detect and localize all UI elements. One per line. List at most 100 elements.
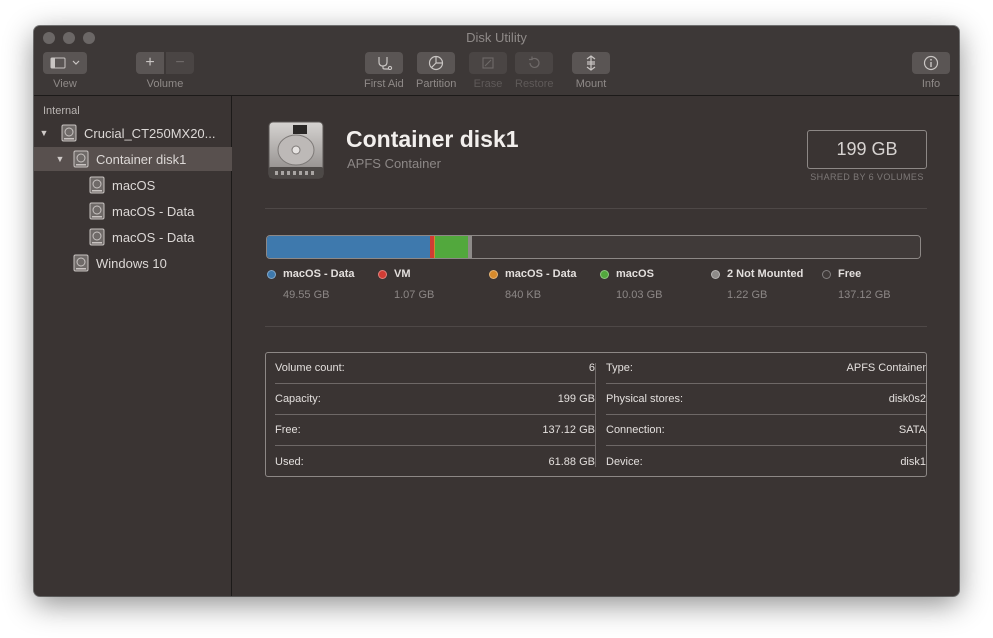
legend-color-dot xyxy=(711,269,720,279)
main-panel: Container disk1 APFS Container 199 GB SH… xyxy=(233,96,959,596)
volume-icon xyxy=(89,228,105,246)
window-title: Disk Utility xyxy=(466,30,527,45)
view-button[interactable] xyxy=(43,52,87,74)
sidebar-item-windows-10[interactable]: Windows 10 xyxy=(34,251,232,275)
stethoscope-icon xyxy=(378,57,393,70)
mount-button[interactable] xyxy=(572,52,610,74)
sidebar-icon xyxy=(50,57,80,69)
info-label: Info xyxy=(921,78,941,90)
legend-color-dot xyxy=(378,269,387,279)
info-label: Volume count: xyxy=(275,362,345,374)
info-row-connection: Connection: SATA xyxy=(606,415,926,446)
info-value: 199 GB xyxy=(557,393,595,405)
erase-button[interactable] xyxy=(469,52,507,74)
info-row-used: Used: 61.88 GB xyxy=(275,446,595,477)
usage-segment xyxy=(472,236,920,258)
sidebar-header-internal: Internal xyxy=(43,105,80,117)
shared-volumes-caption: SHARED BY 6 VOLUMES xyxy=(810,172,924,182)
add-volume-button[interactable]: + xyxy=(136,52,164,74)
restore-button[interactable] xyxy=(515,52,554,74)
erase-label: Erase xyxy=(473,78,503,90)
volume-icon xyxy=(89,176,105,194)
legend-divider xyxy=(265,326,927,327)
volume-icon xyxy=(89,202,105,220)
info-row-physical-stores: Physical stores: disk0s2 xyxy=(606,384,926,415)
mount-icon xyxy=(586,55,596,71)
container-disk-large-icon xyxy=(268,121,324,179)
sidebar-item-macos-data-2[interactable]: macOS - Data xyxy=(34,225,232,249)
container-title: Container disk1 xyxy=(346,126,519,152)
info-value: disk1 xyxy=(900,455,926,468)
volume-control: + − Volume xyxy=(136,52,194,90)
partition-label: Partition xyxy=(416,78,457,90)
first-aid-label: First Aid xyxy=(364,78,404,90)
disclosure-triangle-icon[interactable]: ▼ xyxy=(55,154,65,164)
legend-free: Free 137.12 GB xyxy=(822,268,891,301)
usage-segment xyxy=(435,236,468,258)
container-subtitle: APFS Container xyxy=(347,156,441,171)
volume-segmented: + − xyxy=(136,52,194,74)
sidebar-item-container-disk1[interactable]: ▼ Container disk1 xyxy=(34,147,232,171)
first-aid-button[interactable] xyxy=(364,52,403,74)
sidebar-item-label: Windows 10 xyxy=(96,255,167,271)
first-aid-control: First Aid xyxy=(364,52,404,90)
legend-color-dot xyxy=(822,269,831,279)
mount-control: Mount xyxy=(572,52,610,90)
erase-icon xyxy=(482,57,494,69)
sidebar-item-label: Crucial_CT250MX20... xyxy=(84,125,216,141)
sidebar-item-macos[interactable]: macOS xyxy=(34,173,232,197)
erase-control: Erase xyxy=(469,52,507,90)
legend-value: 10.03 GB xyxy=(616,289,663,301)
info-table: Volume count: 6 Capacity: 199 GB Free: 137.… xyxy=(265,352,927,477)
info-column-left: Volume count: 6 Capacity: 199 GB Free: 137.… xyxy=(275,353,595,477)
partition-button[interactable] xyxy=(417,52,456,74)
info-label: Type: xyxy=(606,362,633,374)
info-label: Capacity: xyxy=(275,393,321,405)
legend-name: macOS - Data xyxy=(505,268,577,280)
disclosure-triangle-icon[interactable]: ▼ xyxy=(39,128,49,138)
info-label: Free: xyxy=(275,424,301,436)
info-label: Physical stores: xyxy=(606,393,684,405)
legend-value: 49.55 GB xyxy=(283,289,330,301)
info-row-type: Type: APFS Container xyxy=(606,353,926,384)
restore-icon xyxy=(529,56,540,69)
view-control: View xyxy=(43,52,87,90)
restore-label: Restore xyxy=(515,78,554,90)
legend-name: Free xyxy=(838,268,862,280)
sidebar-item-label: macOS - Data xyxy=(112,229,195,245)
sidebar-item-macos-data[interactable]: macOS - Data xyxy=(34,199,232,223)
sidebar-item-label: macOS xyxy=(112,177,156,193)
remove-volume-button[interactable]: − xyxy=(166,52,194,74)
info-value: 61.88 GB xyxy=(548,455,595,468)
usage-segment xyxy=(267,236,430,258)
sidebar-item-label: macOS - Data xyxy=(112,203,195,219)
info-button[interactable] xyxy=(912,52,950,74)
sidebar-item-label: Container disk1 xyxy=(96,151,187,167)
restore-control: Restore xyxy=(515,52,554,90)
legend-macos-data: macOS - Data 49.55 GB xyxy=(267,268,355,301)
info-value: SATA xyxy=(898,424,926,436)
legend-name: macOS xyxy=(616,268,654,280)
legend-color-dot xyxy=(267,269,276,279)
legend-value: 1.07 GB xyxy=(394,289,435,301)
sidebar-item-crucial-disk[interactable]: ▼ Crucial_CT250MX20... xyxy=(34,121,232,145)
info-column-separator xyxy=(595,363,596,467)
info-row-capacity: Capacity: 199 GB xyxy=(275,384,595,415)
view-label: View xyxy=(53,78,77,90)
info-column-right: Type: APFS Container Physical stores: disk… xyxy=(606,353,926,477)
container-size-badge: 199 GB xyxy=(807,130,927,169)
info-icon xyxy=(923,55,939,71)
legend-color-dot xyxy=(600,269,609,279)
info-label: Used: xyxy=(275,455,304,468)
info-row-free: Free: 137.12 GB xyxy=(275,415,595,446)
legend-name: 2 Not Mounted xyxy=(727,268,804,280)
mount-label: Mount xyxy=(575,78,607,90)
info-label: Connection: xyxy=(606,424,665,436)
legend-name: VM xyxy=(394,268,411,280)
info-label: Device: xyxy=(606,455,643,468)
header-divider xyxy=(265,208,927,209)
info-value: 137.12 GB xyxy=(542,424,595,436)
partition-control: Partition xyxy=(416,52,456,90)
info-value: APFS Container xyxy=(846,362,926,374)
info-row-volume-count: Volume count: 6 xyxy=(275,353,595,384)
